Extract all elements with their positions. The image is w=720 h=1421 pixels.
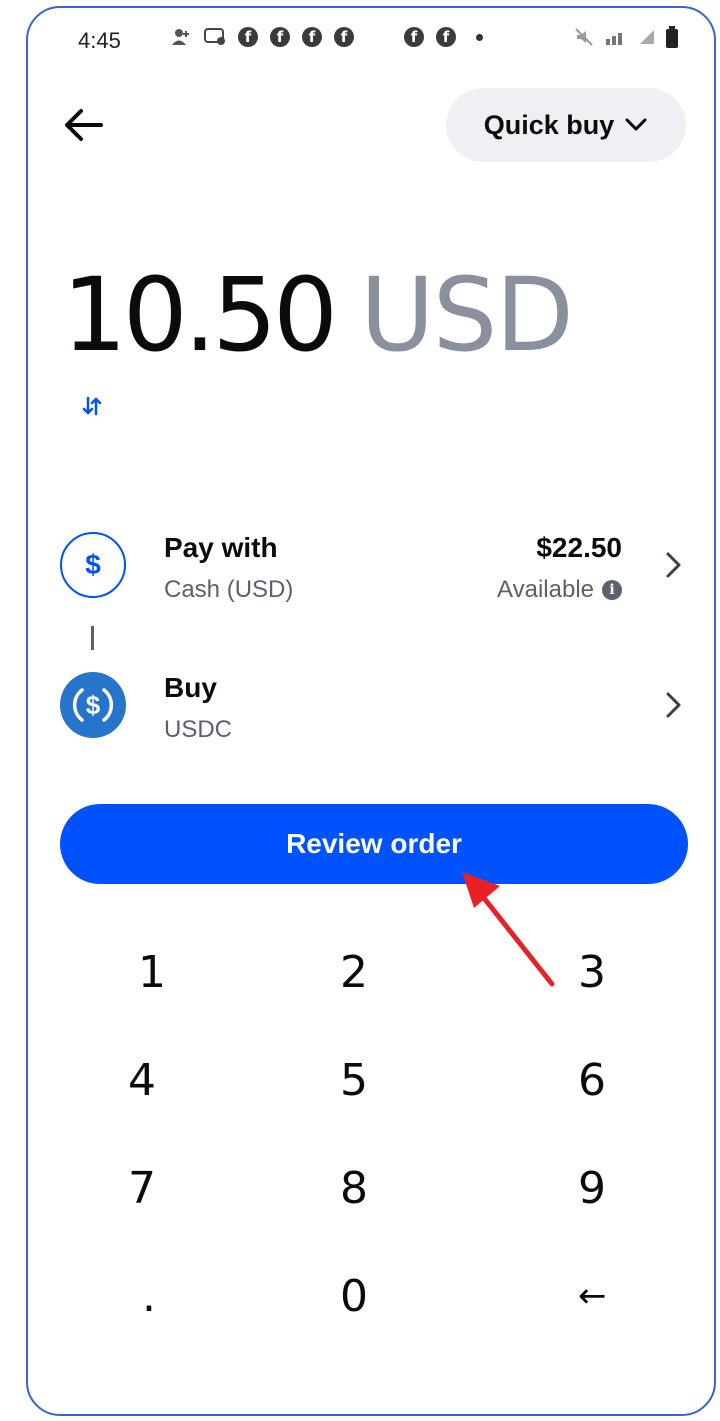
key-2[interactable]: 2 <box>264 924 444 1020</box>
info-icon[interactable]: i <box>602 580 622 600</box>
buy-title: Buy <box>164 672 217 703</box>
key-decimal[interactable]: . <box>54 1248 234 1344</box>
facebook-icon: f <box>404 27 424 47</box>
facebook-icon: f <box>302 27 322 47</box>
buy-asset-row[interactable]: $ Buy USDC <box>28 650 714 760</box>
status-system-icons <box>574 26 678 53</box>
facebook-icon: f <box>238 27 258 47</box>
key-8[interactable]: 8 <box>264 1140 444 1236</box>
pay-with-row[interactable]: $ Pay with Cash (USD) $22.50 Available i <box>28 510 714 620</box>
back-button[interactable] <box>58 100 108 150</box>
key-1[interactable]: 1 <box>54 924 234 1020</box>
swap-icon <box>82 396 102 416</box>
usdc-icon: $ <box>60 672 126 738</box>
status-notification-icons: f f f f f f <box>170 26 483 48</box>
amount-display: 10.50 USD <box>62 256 574 375</box>
amount-currency: USD <box>360 256 574 375</box>
signal-icon <box>638 28 656 51</box>
facebook-icon: f <box>436 27 456 47</box>
key-0[interactable]: 0 <box>264 1248 444 1344</box>
review-order-button[interactable]: Review order <box>60 804 688 884</box>
message-icon <box>204 26 226 48</box>
network-4g-icon <box>604 27 628 52</box>
chevron-right-icon <box>666 552 681 578</box>
back-arrow-icon <box>65 109 103 141</box>
numeric-keypad: 1 2 3 4 5 6 7 8 9 . 0 ← <box>54 924 694 1344</box>
key-6[interactable]: 6 <box>504 1032 684 1128</box>
svg-text:$: $ <box>86 690 101 720</box>
available-label-group: Available i <box>497 576 622 604</box>
quick-buy-dropdown[interactable]: Quick buy <box>446 88 686 162</box>
chevron-right-icon <box>666 692 681 718</box>
key-7[interactable]: 7 <box>54 1140 234 1236</box>
buy-asset-name: USDC <box>164 716 233 743</box>
amount-value: 10.50 <box>62 256 338 375</box>
dollar-circle-icon: $ <box>60 532 126 598</box>
key-9[interactable]: 9 <box>504 1140 684 1236</box>
annotation-arrow-icon <box>462 872 555 987</box>
person-icon <box>170 26 192 48</box>
pay-with-title: Pay with <box>164 532 278 563</box>
quick-buy-label: Quick buy <box>483 109 615 140</box>
battery-icon <box>666 26 678 53</box>
mute-icon <box>574 27 594 52</box>
status-time: 4:45 <box>78 28 121 53</box>
available-balance: $22.50 <box>536 532 622 563</box>
row-connector-line <box>91 626 94 650</box>
key-backspace[interactable]: ← <box>504 1248 684 1344</box>
phone-screen: 4:45 f f f f f f Quick buy 10.50 USD $ P… <box>26 6 716 1416</box>
available-label: Available <box>497 576 594 603</box>
more-notifications-dot-icon <box>476 33 483 41</box>
swap-currency-button[interactable] <box>80 394 104 418</box>
pay-with-subtitle: Cash (USD) <box>164 576 294 603</box>
key-5[interactable]: 5 <box>264 1032 444 1128</box>
chevron-down-icon <box>625 118 647 131</box>
facebook-icon: f <box>334 27 354 47</box>
facebook-icon: f <box>270 27 290 47</box>
key-4[interactable]: 4 <box>54 1032 234 1128</box>
